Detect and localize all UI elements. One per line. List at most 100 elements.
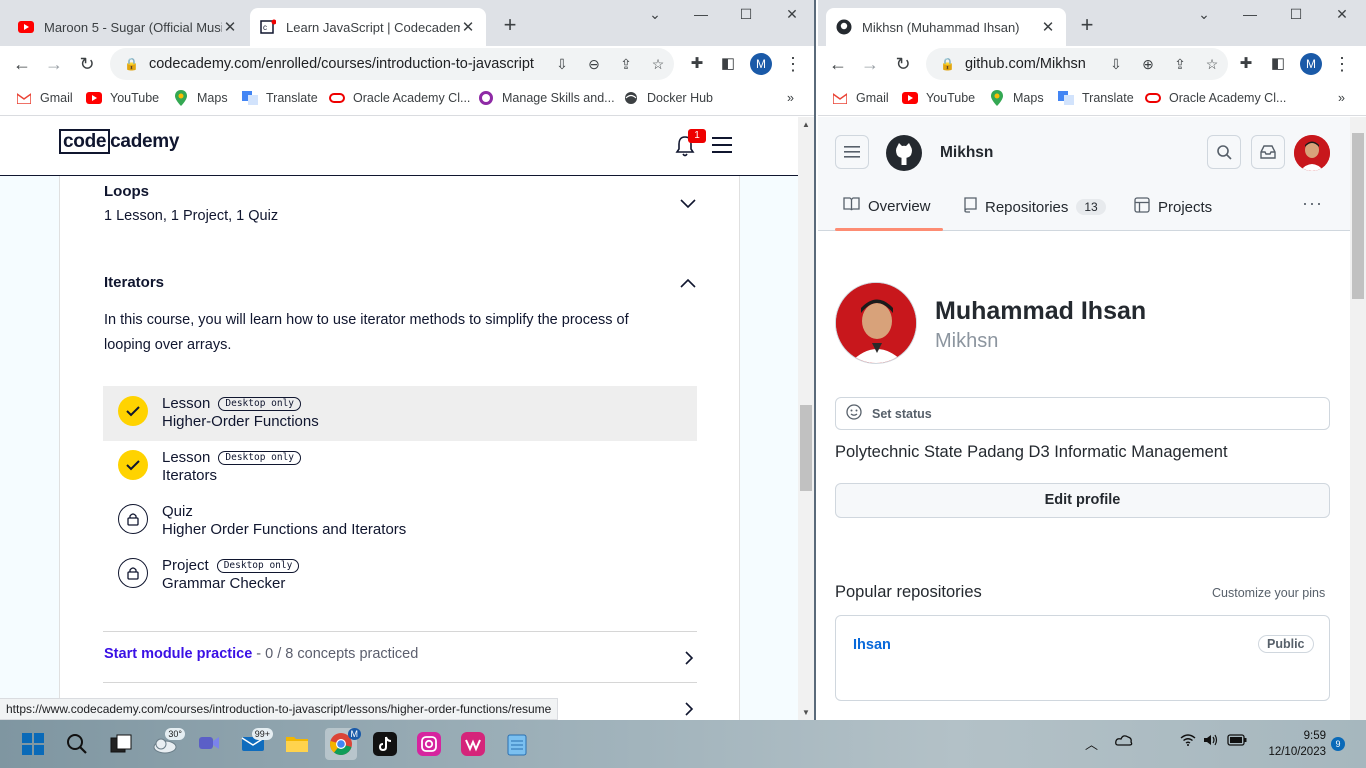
- bookmark-youtube[interactable]: YouTube: [86, 91, 159, 105]
- tab-youtube[interactable]: Maroon 5 - Sugar (Official Music ✕: [8, 8, 248, 46]
- share-icon[interactable]: ⇪: [610, 56, 642, 73]
- side-panel-icon[interactable]: ◧: [1266, 52, 1290, 76]
- syllabus-item[interactable]: Project Desktop only Grammar Checker: [103, 548, 697, 603]
- bookmark-manage-skills[interactable]: Manage Skills and...: [478, 91, 615, 105]
- task-view-icon[interactable]: [105, 728, 137, 760]
- close-tab-icon[interactable]: ✕: [1040, 18, 1056, 36]
- chevron-down-icon[interactable]: ⌄: [645, 6, 665, 23]
- tab-overview[interactable]: Overview: [843, 197, 931, 215]
- vertical-scrollbar[interactable]: [1350, 117, 1366, 720]
- tab-codecademy[interactable]: c Learn JavaScript | Codecademy ✕: [250, 8, 486, 46]
- back-button[interactable]: ←: [10, 52, 34, 76]
- close-window-button[interactable]: ✕: [1332, 6, 1352, 23]
- reload-button[interactable]: ↻: [75, 52, 99, 76]
- scroll-up-arrow[interactable]: ▲: [798, 120, 814, 129]
- tiktok-icon[interactable]: [369, 728, 401, 760]
- bookmark-oracle[interactable]: Oracle Academy Cl...: [329, 91, 470, 105]
- chevron-right-icon[interactable]: [684, 702, 694, 720]
- hamburger-menu-icon[interactable]: [712, 137, 732, 158]
- new-tab-button[interactable]: +: [496, 12, 524, 40]
- bookmark-maps[interactable]: Maps: [989, 90, 1044, 106]
- search-icon[interactable]: [61, 728, 93, 760]
- module-practice-row[interactable]: Start module practice - 0 / 8 concepts p…: [104, 646, 418, 662]
- header-username[interactable]: Mikhsn: [940, 144, 993, 162]
- new-tab-button[interactable]: +: [1073, 12, 1101, 40]
- volume-icon[interactable]: [1203, 734, 1219, 749]
- forward-button[interactable]: →: [858, 52, 882, 76]
- user-avatar[interactable]: [1294, 135, 1330, 171]
- tab-repositories[interactable]: Repositories 13: [963, 197, 1106, 217]
- address-bar[interactable]: 🔒 github.com/Mikhsn ⇩ ⊕ ⇪ ☆: [926, 48, 1228, 80]
- bookmark-star-icon[interactable]: ☆: [1196, 56, 1228, 73]
- profile-avatar[interactable]: M: [1300, 53, 1322, 75]
- syllabus-item[interactable]: Lesson Desktop only Iterators: [103, 440, 697, 495]
- vertical-scrollbar[interactable]: ▲ ▼: [798, 117, 814, 720]
- tab-github[interactable]: Mikhsn (Muhammad Ihsan) ✕: [826, 8, 1066, 46]
- scrollbar-thumb[interactable]: [800, 405, 812, 491]
- inbox-icon[interactable]: [1251, 135, 1285, 169]
- notepad-icon[interactable]: [501, 728, 533, 760]
- maximize-button[interactable]: ☐: [736, 6, 756, 23]
- extensions-icon[interactable]: ✚: [1234, 52, 1258, 76]
- address-bar[interactable]: 🔒 codecademy.com/enrolled/courses/introd…: [110, 48, 674, 80]
- close-tab-icon[interactable]: ✕: [460, 18, 476, 36]
- edit-profile-button[interactable]: Edit profile: [835, 483, 1330, 518]
- install-icon[interactable]: ⇩: [1100, 56, 1132, 73]
- back-button[interactable]: ←: [826, 52, 850, 76]
- start-practice-link[interactable]: Start module practice: [104, 646, 252, 662]
- customize-pins-link[interactable]: Customize your pins: [1212, 586, 1325, 600]
- codecademy-logo[interactable]: code cademy: [59, 129, 179, 154]
- module-title-loops[interactable]: Loops: [104, 183, 149, 200]
- zoom-icon[interactable]: ⊕: [1132, 56, 1164, 73]
- teams-chat-icon[interactable]: [193, 728, 225, 760]
- module-title-iterators[interactable]: Iterators: [104, 274, 164, 291]
- hamburger-menu-icon[interactable]: [835, 135, 869, 169]
- extensions-icon[interactable]: ✚: [685, 52, 709, 76]
- bookmark-docker[interactable]: Docker Hub: [623, 91, 713, 105]
- instagram-icon[interactable]: [413, 728, 445, 760]
- github-logo-icon[interactable]: [886, 135, 922, 176]
- system-clock[interactable]: 9:59 12/10/2023: [1258, 728, 1326, 760]
- chevron-down-icon[interactable]: ⌄: [1194, 6, 1214, 23]
- notification-count-badge[interactable]: 9: [1331, 737, 1345, 751]
- onedrive-cloud-icon[interactable]: [1115, 734, 1133, 749]
- battery-icon[interactable]: [1227, 734, 1247, 749]
- minimize-button[interactable]: —: [1240, 6, 1260, 22]
- syllabus-item[interactable]: Quiz Higher Order Functions and Iterator…: [103, 494, 697, 549]
- mail-icon[interactable]: 99+: [237, 728, 273, 760]
- install-icon[interactable]: ⇩: [546, 56, 578, 73]
- chrome-icon[interactable]: M: [325, 728, 361, 760]
- profile-photo[interactable]: [835, 282, 917, 364]
- chevron-down-icon[interactable]: [680, 196, 696, 214]
- scroll-down-arrow[interactable]: ▼: [798, 708, 814, 717]
- close-window-button[interactable]: ✕: [782, 6, 802, 23]
- syllabus-item[interactable]: Lesson Desktop only Higher-Order Function…: [103, 386, 697, 441]
- more-bookmarks-icon[interactable]: »: [787, 91, 794, 105]
- bookmark-translate[interactable]: Translate: [242, 91, 318, 105]
- more-bookmarks-icon[interactable]: »: [1338, 91, 1345, 105]
- profile-avatar[interactable]: M: [750, 53, 772, 75]
- bookmark-maps[interactable]: Maps: [173, 90, 228, 106]
- bookmark-gmail[interactable]: Gmail: [16, 91, 73, 105]
- tab-projects[interactable]: Projects: [1134, 197, 1212, 217]
- menu-dots-icon[interactable]: ⋮: [781, 52, 805, 76]
- maximize-button[interactable]: ☐: [1286, 6, 1306, 23]
- wifi-icon[interactable]: [1180, 734, 1196, 749]
- close-tab-icon[interactable]: ✕: [222, 18, 238, 36]
- bookmark-oracle[interactable]: Oracle Academy Cl...: [1145, 91, 1286, 105]
- set-status-button[interactable]: Set status: [835, 397, 1330, 430]
- weather-icon[interactable]: 30°: [149, 728, 185, 760]
- chevron-right-icon[interactable]: [684, 651, 694, 670]
- file-explorer-icon[interactable]: [281, 728, 313, 760]
- scrollbar-thumb[interactable]: [1352, 133, 1364, 299]
- reload-button[interactable]: ↻: [891, 52, 915, 76]
- bookmark-translate[interactable]: Translate: [1058, 91, 1134, 105]
- wps-office-icon[interactable]: [457, 728, 489, 760]
- windows-start-icon[interactable]: [17, 728, 49, 760]
- minimize-button[interactable]: —: [691, 6, 711, 22]
- repo-name-link[interactable]: Ihsan: [853, 637, 891, 653]
- bookmark-gmail[interactable]: Gmail: [832, 91, 889, 105]
- chevron-up-icon[interactable]: [680, 275, 696, 293]
- bookmark-youtube[interactable]: YouTube: [902, 91, 975, 105]
- zoom-icon[interactable]: ⊖: [578, 56, 610, 73]
